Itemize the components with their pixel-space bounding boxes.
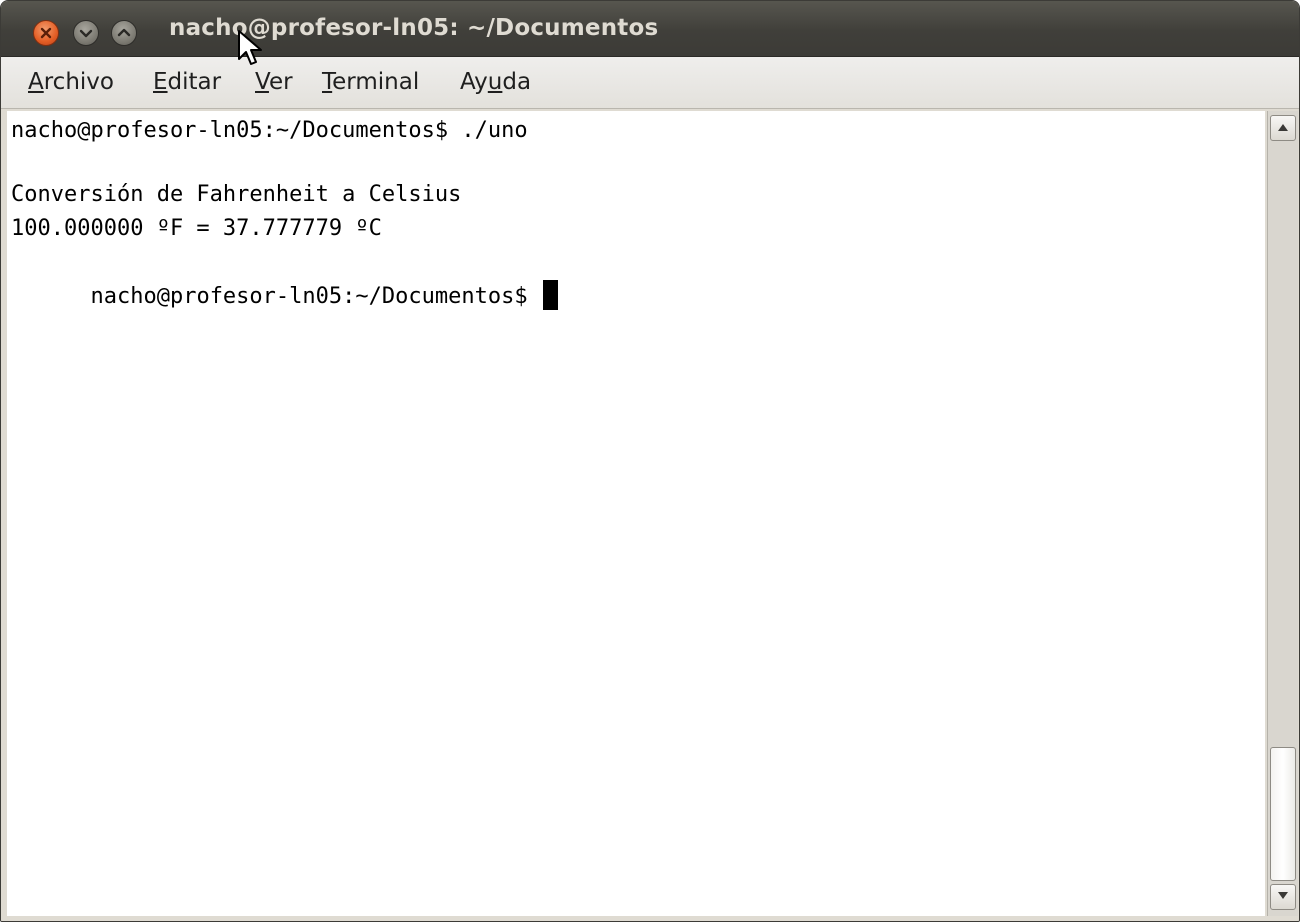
close-button[interactable] bbox=[33, 20, 59, 46]
menu-bar: Archivo Editar Ver Terminal Ayuda bbox=[1, 57, 1299, 109]
scroll-down-button[interactable] bbox=[1270, 884, 1296, 910]
vertical-scrollbar[interactable] bbox=[1267, 111, 1298, 916]
menu-terminal[interactable]: Terminal bbox=[322, 69, 419, 95]
text-cursor bbox=[542, 280, 558, 310]
terminal-output[interactable]: nacho@profesor-ln05:~/Documentos$ ./uno … bbox=[7, 111, 1265, 916]
terminal-prompt-line: nacho@profesor-ln05:~/Documentos$ bbox=[11, 246, 558, 310]
terminal-line: nacho@profesor-ln05:~/Documentos$ ./uno bbox=[11, 118, 528, 143]
terminal-prompt: nacho@profesor-ln05:~/Documentos$ bbox=[90, 284, 541, 309]
menu-editar[interactable]: Editar bbox=[153, 69, 221, 95]
mouse-pointer-icon bbox=[238, 30, 262, 65]
menu-archivo[interactable]: Archivo bbox=[28, 69, 114, 95]
menu-ver[interactable]: Ver bbox=[255, 69, 293, 95]
arrow-up-icon bbox=[1278, 124, 1288, 131]
close-icon bbox=[40, 27, 52, 39]
terminal-line: Conversión de Fahrenheit a Celsius bbox=[11, 182, 462, 207]
minimize-icon bbox=[79, 29, 93, 38]
window-bottom-border bbox=[1, 916, 1299, 921]
maximize-button[interactable] bbox=[111, 20, 137, 46]
arrow-down-icon bbox=[1278, 892, 1288, 899]
scrollbar-thumb[interactable] bbox=[1270, 747, 1296, 881]
terminal-line: 100.000000 ºF = 37.777779 ºC bbox=[11, 216, 382, 241]
minimize-button[interactable] bbox=[73, 20, 99, 46]
title-bar[interactable]: nacho@profesor-ln05: ~/Documentos bbox=[1, 1, 1299, 57]
scroll-up-button[interactable] bbox=[1270, 115, 1296, 141]
terminal-window: nacho@profesor-ln05: ~/Documentos Archiv… bbox=[0, 0, 1300, 922]
maximize-icon bbox=[117, 28, 131, 37]
menu-ayuda[interactable]: Ayuda bbox=[460, 69, 531, 95]
